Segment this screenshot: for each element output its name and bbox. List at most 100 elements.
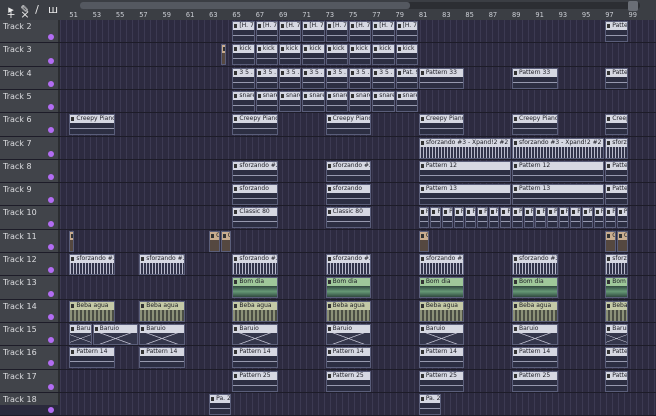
pattern-clip[interactable]: Beba agua	[418, 300, 465, 322]
pattern-clip[interactable]: Bom dia	[512, 277, 558, 299]
pattern-clip[interactable]: Creepy Piano 3 Lite	[605, 114, 628, 136]
pattern-clip[interactable]: Bom dia	[325, 277, 372, 299]
pattern-clip[interactable]: Pa. 8	[465, 207, 477, 229]
pattern-clip[interactable]: Pattern 14	[605, 347, 628, 369]
pattern-clip[interactable]: Pattern 13	[605, 184, 628, 206]
track-header[interactable]: Track 6	[0, 113, 58, 136]
pattern-clip[interactable]: sforzando	[232, 184, 278, 206]
track-enable-dot-icon[interactable]	[48, 290, 54, 297]
track-enable-dot-icon[interactable]	[48, 57, 54, 64]
pattern-clip[interactable]: Pattern 33	[605, 67, 628, 89]
track-header[interactable]: Track 7	[0, 137, 58, 160]
pattern-clip[interactable]: snare	[395, 90, 418, 112]
pattern-clip[interactable]: [H. 7]	[325, 21, 348, 42]
pattern-clip[interactable]: kick	[348, 44, 372, 66]
pattern-clip[interactable]: sforzando #3 - sforzando #3	[139, 254, 185, 275]
pattern-clip[interactable]: Cra. 33	[616, 230, 628, 252]
pattern-clip[interactable]: kick	[372, 44, 395, 66]
pattern-clip[interactable]: Bom dia	[418, 277, 465, 299]
pattern-clip[interactable]: Baruio	[325, 323, 372, 345]
pattern-clip[interactable]: Pa. 9	[593, 207, 605, 229]
pattern-clip[interactable]: 3 5 . 0	[255, 67, 279, 89]
pattern-clip[interactable]: Creepy Piano 3 Lite	[69, 114, 115, 136]
track-enable-dot-icon[interactable]	[48, 104, 54, 111]
pattern-clip[interactable]: kick	[279, 44, 302, 66]
pattern-clip[interactable]: Pattern 14	[69, 347, 115, 369]
pattern-clip[interactable]: snare	[255, 90, 279, 112]
pattern-clip[interactable]: Pa. 9	[581, 207, 593, 229]
pattern-clip[interactable]: Pa. 9	[488, 207, 500, 229]
pattern-clip[interactable]: snare	[302, 90, 325, 112]
pattern-clip[interactable]: Pa. 8	[558, 207, 570, 229]
track-enable-dot-icon[interactable]	[48, 174, 54, 181]
pattern-clip[interactable]: Baruio	[69, 323, 92, 345]
pattern-clip[interactable]: Beba agua	[605, 300, 628, 322]
track-header[interactable]: Track 10	[0, 206, 58, 229]
pattern-clip[interactable]: 3 5 . 0	[348, 67, 372, 89]
pattern-clip[interactable]: Bom dia	[232, 277, 278, 299]
track-enable-dot-icon[interactable]	[48, 337, 54, 344]
grid-icon[interactable]: ш	[46, 0, 60, 20]
pattern-clip[interactable]: Cra. 33	[220, 230, 232, 252]
track-lane[interactable]	[60, 392, 656, 416]
pattern-clip[interactable]: Pa. 9	[453, 207, 465, 229]
pattern-clip[interactable]: Pattern 25	[232, 370, 278, 392]
pattern-clip[interactable]: Pattern 25	[605, 370, 628, 392]
pattern-clip[interactable]: Baruio	[418, 323, 465, 345]
pattern-clip[interactable]: sforz. #2 #2	[605, 137, 628, 159]
pattern-clip[interactable]: Pattern 14	[418, 347, 465, 369]
track-enable-dot-icon[interactable]	[48, 197, 54, 204]
track-header[interactable]: Track 13	[0, 276, 58, 299]
pattern-clip[interactable]: sforzando	[325, 184, 372, 206]
add-icon[interactable]: +	[4, 9, 18, 20]
pattern-clip[interactable]: [H. 7]	[372, 21, 395, 42]
close-icon[interactable]: ×	[18, 9, 32, 20]
timeline-ruler[interactable]: 51 53 55 57 59 61 63 65 67 69 71 73 75 77 79 81 83 85 87 89…	[60, 11, 656, 20]
pattern-clip[interactable]: Pattern 13	[512, 184, 605, 206]
pattern-clip[interactable]: [H. 7]	[395, 21, 418, 42]
pattern-clip[interactable]: Pa. 27	[418, 393, 442, 415]
pattern-clip[interactable]: Cr. #2	[209, 230, 220, 252]
track-enable-dot-icon[interactable]	[48, 150, 54, 157]
pattern-clip[interactable]: Pa. 8	[418, 207, 430, 229]
pattern-clip[interactable]: Beba agua	[512, 300, 558, 322]
pattern-clip[interactable]: sforzando #3 - sforzando #3	[512, 254, 558, 275]
pattern-clip[interactable]: Baruio	[139, 323, 185, 345]
pattern-clip[interactable]: sforzando #3 - Xpand!2 #2	[512, 137, 605, 159]
pattern-clip[interactable]: Baruio	[232, 323, 278, 345]
pattern-clip[interactable]: Pa. 8	[512, 207, 523, 229]
pattern-clip[interactable]: 3 5 . 0	[302, 67, 325, 89]
pattern-clip[interactable]: kick	[302, 44, 325, 66]
pattern-clip[interactable]: Pattern 13	[418, 184, 511, 206]
pattern-clip[interactable]: snare	[279, 90, 302, 112]
track-header[interactable]: Track 8	[0, 160, 58, 183]
track-enable-dot-icon[interactable]	[48, 243, 54, 250]
pattern-clip[interactable]: snare	[348, 90, 372, 112]
pattern-clip[interactable]: Pattern 25	[418, 370, 465, 392]
track-header[interactable]: Track 2	[0, 20, 58, 43]
pattern-clip[interactable]: Creepy Piano 3 Lite	[325, 114, 372, 136]
pattern-clip[interactable]: Pa. 8	[570, 207, 581, 229]
pattern-clip[interactable]: Beba agua	[139, 300, 185, 322]
track-enable-dot-icon[interactable]	[48, 313, 54, 320]
track-enable-dot-icon[interactable]	[48, 80, 54, 87]
pattern-clip[interactable]: Pa. 9	[442, 207, 453, 229]
pattern-clip[interactable]: sforzando #3 - sforzando #3	[232, 254, 278, 275]
track-header[interactable]: Track 16	[0, 346, 58, 369]
pattern-clip[interactable]: 3 5 . 0	[372, 67, 395, 89]
track-enable-dot-icon[interactable]	[48, 407, 54, 414]
track-header[interactable]: Track 12	[0, 253, 58, 276]
wrench-icon[interactable]: /	[30, 0, 44, 20]
pattern-clip[interactable]: Pa. 8	[616, 207, 628, 229]
pattern-clip[interactable]: sforzando #3 - sforzando #3	[418, 254, 465, 275]
track-header[interactable]: Track 9	[0, 183, 58, 206]
pattern-clip[interactable]: Pa. 8	[477, 207, 488, 229]
pattern-clip[interactable]: Pattern 25	[512, 370, 558, 392]
pattern-clip[interactable]: [H. 7]	[302, 21, 325, 42]
pattern-clip[interactable]: [H. 7]	[255, 21, 279, 42]
pattern-clip[interactable]: 3 5 . 0	[232, 67, 255, 89]
scroll-end-button[interactable]	[628, 1, 638, 11]
pattern-clip[interactable]: Creepy Piano 3 Lite	[418, 114, 465, 136]
scrollbar-thumb[interactable]	[80, 2, 410, 9]
track-header[interactable]: Track 5	[0, 90, 58, 113]
